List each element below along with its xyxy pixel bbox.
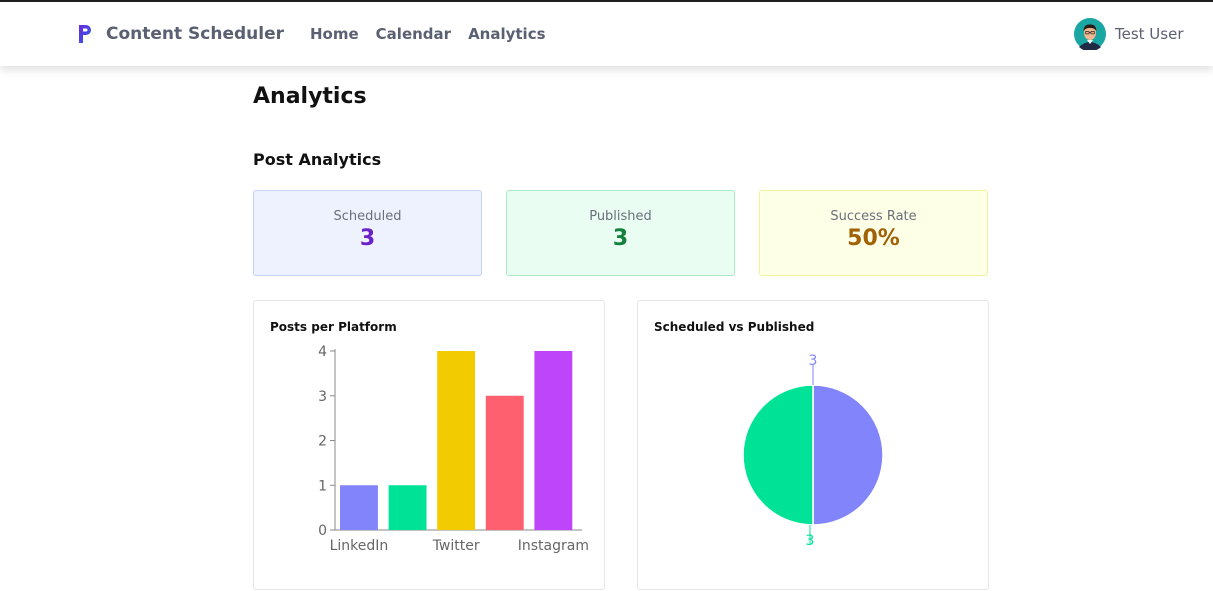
bar [437,351,476,530]
pie-chart: 33 [742,353,884,549]
bar [534,351,573,530]
pie-slice [812,384,884,526]
y-tick-label: 3 [318,389,327,405]
brand[interactable]: Content Scheduler [78,24,284,44]
nav-link-calendar[interactable]: Calendar [376,25,451,43]
y-tick-label: 2 [318,434,327,450]
pie-data-label: 3 [809,353,818,369]
nav-link-home[interactable]: Home [310,25,359,43]
y-tick-label: 4 [318,344,327,360]
user-name: Test User [1115,25,1184,43]
nav-links: Home Calendar Analytics [310,25,546,43]
bar [388,485,427,530]
y-tick-label: 0 [318,523,327,539]
stat-label: Success Rate [830,209,917,224]
pie-data-label: 3 [806,533,815,549]
section-title: Post Analytics [253,150,382,169]
chart-card-posts-per-platform: Posts per Platform 0 1 2 3 4 LinkedIn Twitter I… [253,300,605,590]
nav-link-analytics[interactable]: Analytics [468,25,545,43]
x-tick-label: LinkedIn [330,538,389,554]
stat-value: 50% [847,226,900,251]
navbar: Content Scheduler Home Calendar Analytic… [0,2,1213,66]
bar-chart: 0 1 2 3 4 LinkedIn Twitter Instagram [318,344,589,554]
chart-card-scheduled-vs-published: Scheduled vs Published 33 [637,300,989,590]
pie-slice [742,384,814,526]
stat-card-published: Published 3 [506,190,735,276]
bar [485,395,524,530]
stat-value: 3 [612,226,629,251]
x-tick-label: Instagram [518,538,589,554]
stat-card-scheduled: Scheduled 3 [253,190,482,276]
stat-label: Scheduled [333,209,402,224]
brand-logo-icon [79,25,91,43]
avatar [1074,18,1106,50]
page-title: Analytics [253,84,367,109]
brand-label: Content Scheduler [106,24,285,44]
stat-label: Published [589,209,652,224]
stat-card-success-rate: Success Rate 50% [759,190,988,276]
x-tick-label: Twitter [432,538,480,554]
bar [340,485,378,530]
user-menu[interactable]: Test User [1074,18,1184,50]
y-tick-label: 1 [318,478,327,494]
stat-value: 3 [359,226,376,251]
